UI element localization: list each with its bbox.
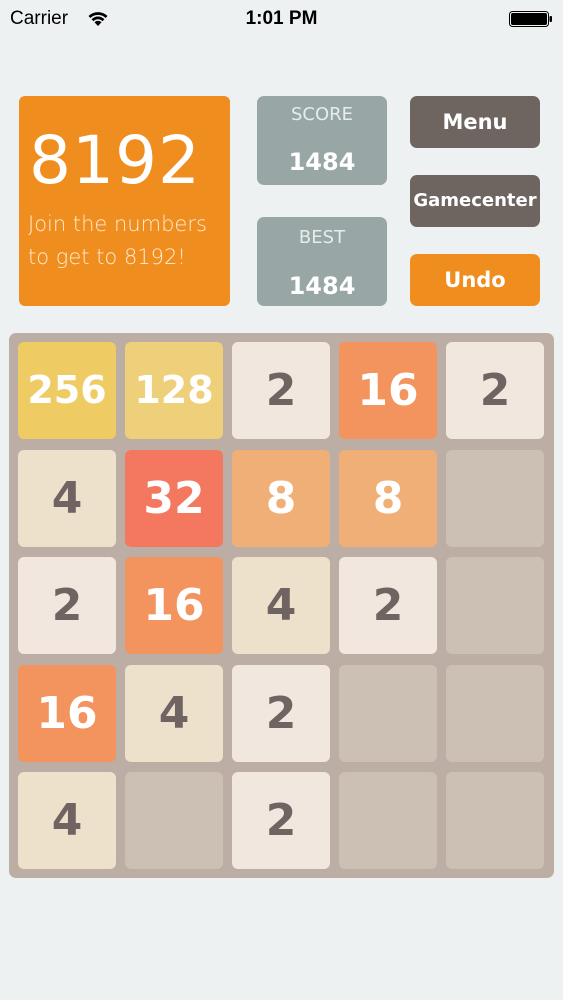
- tile-2: 2: [232, 664, 330, 762]
- best-score-box: BEST 1484: [257, 217, 387, 306]
- best-label: BEST: [298, 227, 346, 248]
- tile-4: 4: [125, 664, 223, 762]
- tile-16: 16: [18, 664, 116, 762]
- tile-16: 16: [339, 342, 437, 439]
- tile-16: 16: [125, 557, 223, 654]
- title-tagline: Join the numbers to get to 8192!: [28, 212, 207, 269]
- title-tile: 8192 Join the numbers to get to 8192!: [19, 96, 230, 306]
- status-bar: Carrier 1:01 PM: [0, 0, 563, 40]
- best-value: 1484: [288, 272, 356, 300]
- tile-4: 4: [18, 772, 116, 869]
- tile-8: 8: [339, 449, 437, 547]
- tile-256: 256: [18, 342, 116, 439]
- tile-2: 2: [339, 557, 437, 654]
- tile-32: 32: [125, 449, 223, 547]
- empty-cell: [446, 449, 544, 547]
- tile-2: 2: [18, 557, 116, 654]
- tile-128: 128: [125, 342, 223, 439]
- tile-2: 2: [232, 342, 330, 439]
- gamecenter-button[interactable]: Gamecenter: [410, 175, 540, 227]
- empty-cell: [339, 664, 437, 762]
- title-number: 8192: [29, 122, 201, 199]
- empty-cell: [125, 772, 223, 869]
- battery-icon: [509, 11, 552, 27]
- empty-cell: [446, 557, 544, 654]
- score-value: 1484: [288, 148, 356, 176]
- empty-cell: [446, 664, 544, 762]
- empty-cell: [339, 772, 437, 869]
- game-board[interactable]: 256 128 2 16 2 4 32 8 8 2 16 4 2 16 4 2 4 2: [9, 333, 554, 878]
- menu-button[interactable]: Menu: [410, 96, 540, 148]
- score-box: SCORE 1484: [257, 96, 387, 185]
- tile-2: 2: [232, 772, 330, 869]
- tile-4: 4: [18, 449, 116, 547]
- tile-8: 8: [232, 449, 330, 547]
- undo-button[interactable]: Undo: [410, 254, 540, 306]
- tile-4: 4: [232, 557, 330, 654]
- status-time: 1:01 PM: [245, 8, 318, 29]
- score-label: SCORE: [290, 104, 354, 125]
- empty-cell: [446, 772, 544, 869]
- tile-2: 2: [446, 342, 544, 439]
